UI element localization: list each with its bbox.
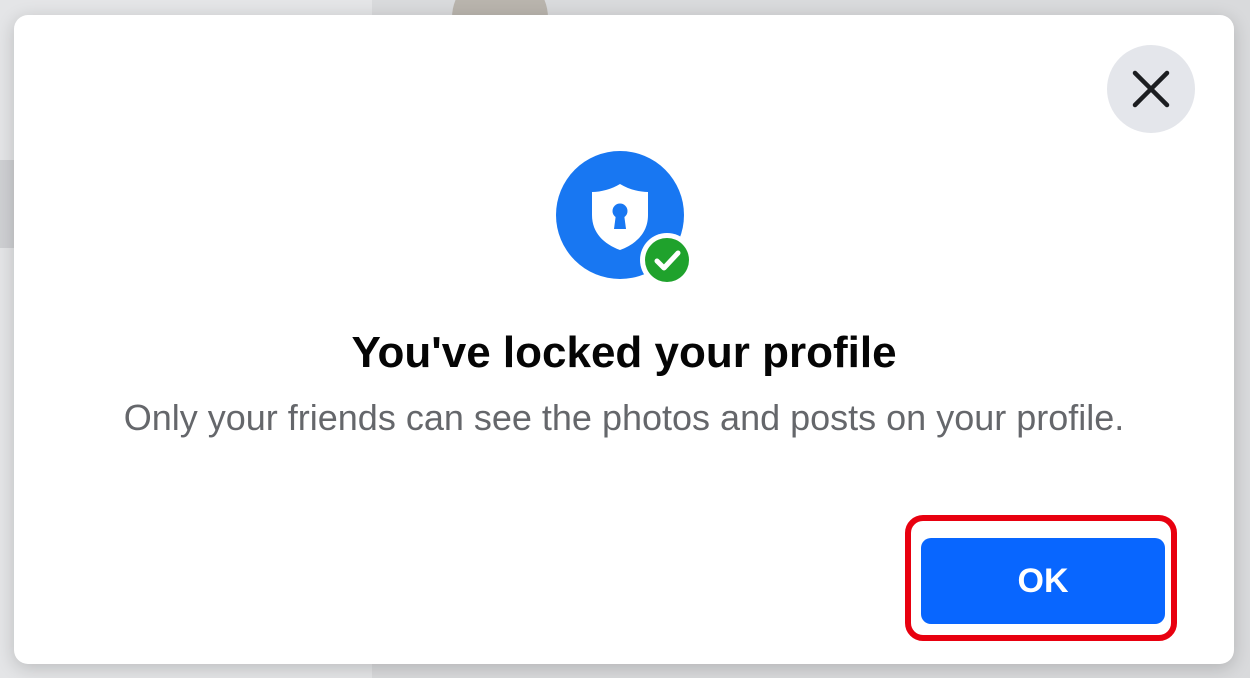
check-circle-icon — [640, 233, 694, 287]
close-button[interactable] — [1107, 45, 1195, 133]
dialog-message: Only your friends can see the photos and… — [123, 397, 1125, 438]
profile-locked-dialog: You've locked your profile Only your fri… — [14, 15, 1234, 664]
locked-profile-badge — [556, 151, 696, 291]
close-icon — [1132, 70, 1170, 108]
ok-button[interactable]: OK — [921, 538, 1165, 624]
dialog-title: You've locked your profile — [351, 328, 897, 377]
